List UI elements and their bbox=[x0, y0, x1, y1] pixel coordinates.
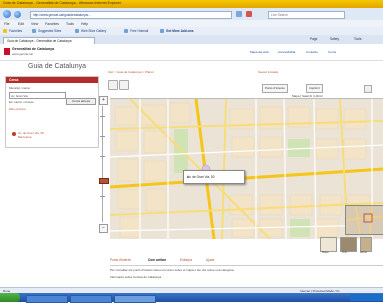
zoom-control: + − bbox=[99, 96, 109, 234]
zoom-slider-thumb[interactable] bbox=[99, 178, 109, 184]
location-marker-icon bbox=[12, 132, 16, 136]
fav-hotmail-icon bbox=[124, 29, 128, 33]
fav-slice-icon bbox=[75, 29, 79, 33]
zoom-tick bbox=[100, 196, 105, 197]
back-button[interactable] bbox=[3, 10, 11, 18]
info-tabs: Punts d'interès Com arribar Enllaços Aju… bbox=[110, 257, 383, 266]
fav-addons-icon bbox=[160, 29, 164, 33]
page-title: Guia de Catalunya bbox=[28, 63, 86, 70]
pan-hand-icon[interactable] bbox=[108, 80, 118, 90]
street-map[interactable] bbox=[110, 98, 383, 239]
search-panel-header: Cerca bbox=[6, 77, 98, 83]
fav-suggested[interactable]: Suggested Sites bbox=[38, 29, 61, 33]
overview-map[interactable] bbox=[345, 205, 383, 235]
close-icon[interactable]: x bbox=[187, 175, 242, 179]
gencat-logo-icon[interactable] bbox=[4, 48, 10, 55]
result-link[interactable]: Av. de Gran Via, 50 Barcelona bbox=[18, 131, 44, 139]
stop-icon[interactable] bbox=[246, 11, 252, 17]
search-input[interactable]: Live Search bbox=[268, 11, 345, 19]
tab-help[interactable]: Ajuda bbox=[206, 258, 214, 262]
menu-tools[interactable]: Tools bbox=[66, 22, 74, 26]
fav-site-icon bbox=[32, 29, 36, 33]
system-tray[interactable] bbox=[350, 294, 383, 301]
window-titlebar: Guia de Catalunya - Generalitat de Catal… bbox=[0, 0, 383, 8]
menu-bar: File Edit View Favorites Tools Help bbox=[0, 20, 383, 27]
street-map-graphic bbox=[110, 99, 383, 239]
fav-addons[interactable]: Get More Add-ons bbox=[166, 29, 194, 33]
search-label: Municipi / carrer bbox=[9, 86, 31, 90]
map-type-thumb-map[interactable] bbox=[320, 237, 337, 252]
breadcrumb[interactable]: Inici > Guia de Catalunya > Plànol bbox=[108, 70, 153, 74]
toplink-accessibility[interactable]: Accessibilitat bbox=[278, 50, 295, 54]
map-type-thumb-ortho[interactable] bbox=[340, 237, 357, 252]
session-text: Sessió iniciada bbox=[258, 70, 279, 74]
result-link-city: Barcelona bbox=[18, 135, 32, 139]
taskbar bbox=[0, 293, 383, 303]
org-url: www.gencat.cat bbox=[12, 52, 34, 56]
zoom-out-button[interactable]: − bbox=[99, 224, 108, 233]
menu-view[interactable]: View bbox=[31, 22, 38, 26]
map-type-label: Híbrid bbox=[360, 251, 367, 254]
toplink-sitemap[interactable]: Mapa del web bbox=[250, 50, 269, 54]
location-popup[interactable]: Av. de Gran Via, 50 x bbox=[183, 170, 245, 184]
zoom-track[interactable] bbox=[102, 106, 103, 222]
cmd-page[interactable]: Page bbox=[310, 37, 317, 41]
zoom-tick bbox=[100, 136, 105, 137]
map-type-label: Mapa bbox=[322, 251, 329, 254]
menu-favorites[interactable]: Favorites bbox=[45, 22, 59, 26]
address-text: http://www.gencat.cat/guiadecatalunya/..… bbox=[33, 13, 91, 17]
search-panel-title: Cerca bbox=[9, 78, 19, 82]
start-button[interactable] bbox=[0, 293, 20, 302]
fav-favorites[interactable]: Favorites bbox=[9, 29, 22, 33]
map-type-label: Orto bbox=[342, 251, 348, 254]
refresh-icon[interactable] bbox=[236, 11, 242, 17]
info-link[interactable]: Informació sobre la Guia de Catalunya bbox=[110, 275, 161, 279]
info-text: Per consultar els punts d'interès situeu… bbox=[110, 268, 235, 272]
overview-map-graphic bbox=[346, 206, 383, 234]
address-search-input[interactable]: Av. Gran Via bbox=[9, 92, 66, 99]
poi-button[interactable]: Punts d'interès bbox=[262, 84, 288, 93]
menu-edit[interactable]: Edit bbox=[18, 22, 24, 26]
zoom-tick bbox=[100, 116, 105, 117]
search-placeholder: Live Search bbox=[271, 13, 288, 17]
search-panel: Cerca Municipi / carrer Av. Gran Via Ex:… bbox=[5, 76, 99, 148]
zoom-box-icon[interactable] bbox=[119, 80, 129, 90]
toplink-contact[interactable]: Contacte bbox=[306, 50, 318, 54]
forward-button[interactable] bbox=[14, 10, 21, 18]
fav-webslice[interactable]: Web Slice Gallery bbox=[81, 29, 106, 33]
fav-hotmail[interactable]: Free Hotmail bbox=[130, 29, 148, 33]
taskbar-item[interactable] bbox=[26, 294, 68, 303]
tab-directions[interactable]: Com arribar bbox=[148, 258, 166, 262]
menu-help[interactable]: Help bbox=[81, 22, 88, 26]
tab-links[interactable]: Enllaços bbox=[180, 258, 192, 262]
help-icon[interactable] bbox=[364, 85, 372, 93]
cmd-tools[interactable]: Tools bbox=[354, 37, 361, 41]
cmd-safety[interactable]: Safety bbox=[330, 37, 339, 41]
print-button[interactable]: Imprimir bbox=[306, 84, 323, 93]
tab-poi[interactable]: Punts d'interès bbox=[110, 258, 131, 262]
search-hint: Ex: carrer, número bbox=[9, 100, 34, 104]
favorites-star-icon bbox=[3, 29, 7, 33]
more-options-link[interactable]: Més opcions bbox=[9, 107, 26, 111]
menu-file[interactable]: File bbox=[4, 22, 9, 26]
address-bar[interactable]: http://www.gencat.cat/guiadecatalunya/..… bbox=[30, 11, 232, 19]
map-type-thumb-hybrid[interactable] bbox=[360, 237, 372, 252]
toplink-search[interactable]: Cerca bbox=[328, 50, 336, 54]
zoom-tick bbox=[100, 156, 105, 157]
taskbar-item-active[interactable] bbox=[114, 294, 156, 303]
zoom-in-button[interactable]: + bbox=[99, 96, 108, 105]
window-title: Guia de Catalunya - Generalitat de Catal… bbox=[3, 1, 122, 5]
site-header: Generalitat de Catalunya www.gencat.cat … bbox=[0, 44, 383, 61]
taskbar-item[interactable] bbox=[70, 294, 112, 303]
org-name[interactable]: Generalitat de Catalunya bbox=[12, 47, 54, 51]
tab-label: Guia de Catalunya - Generalitat de Catal… bbox=[7, 39, 72, 43]
address-search-value: Av. Gran Via bbox=[11, 93, 28, 98]
search-address-button[interactable]: Cerca adreça bbox=[66, 98, 96, 105]
